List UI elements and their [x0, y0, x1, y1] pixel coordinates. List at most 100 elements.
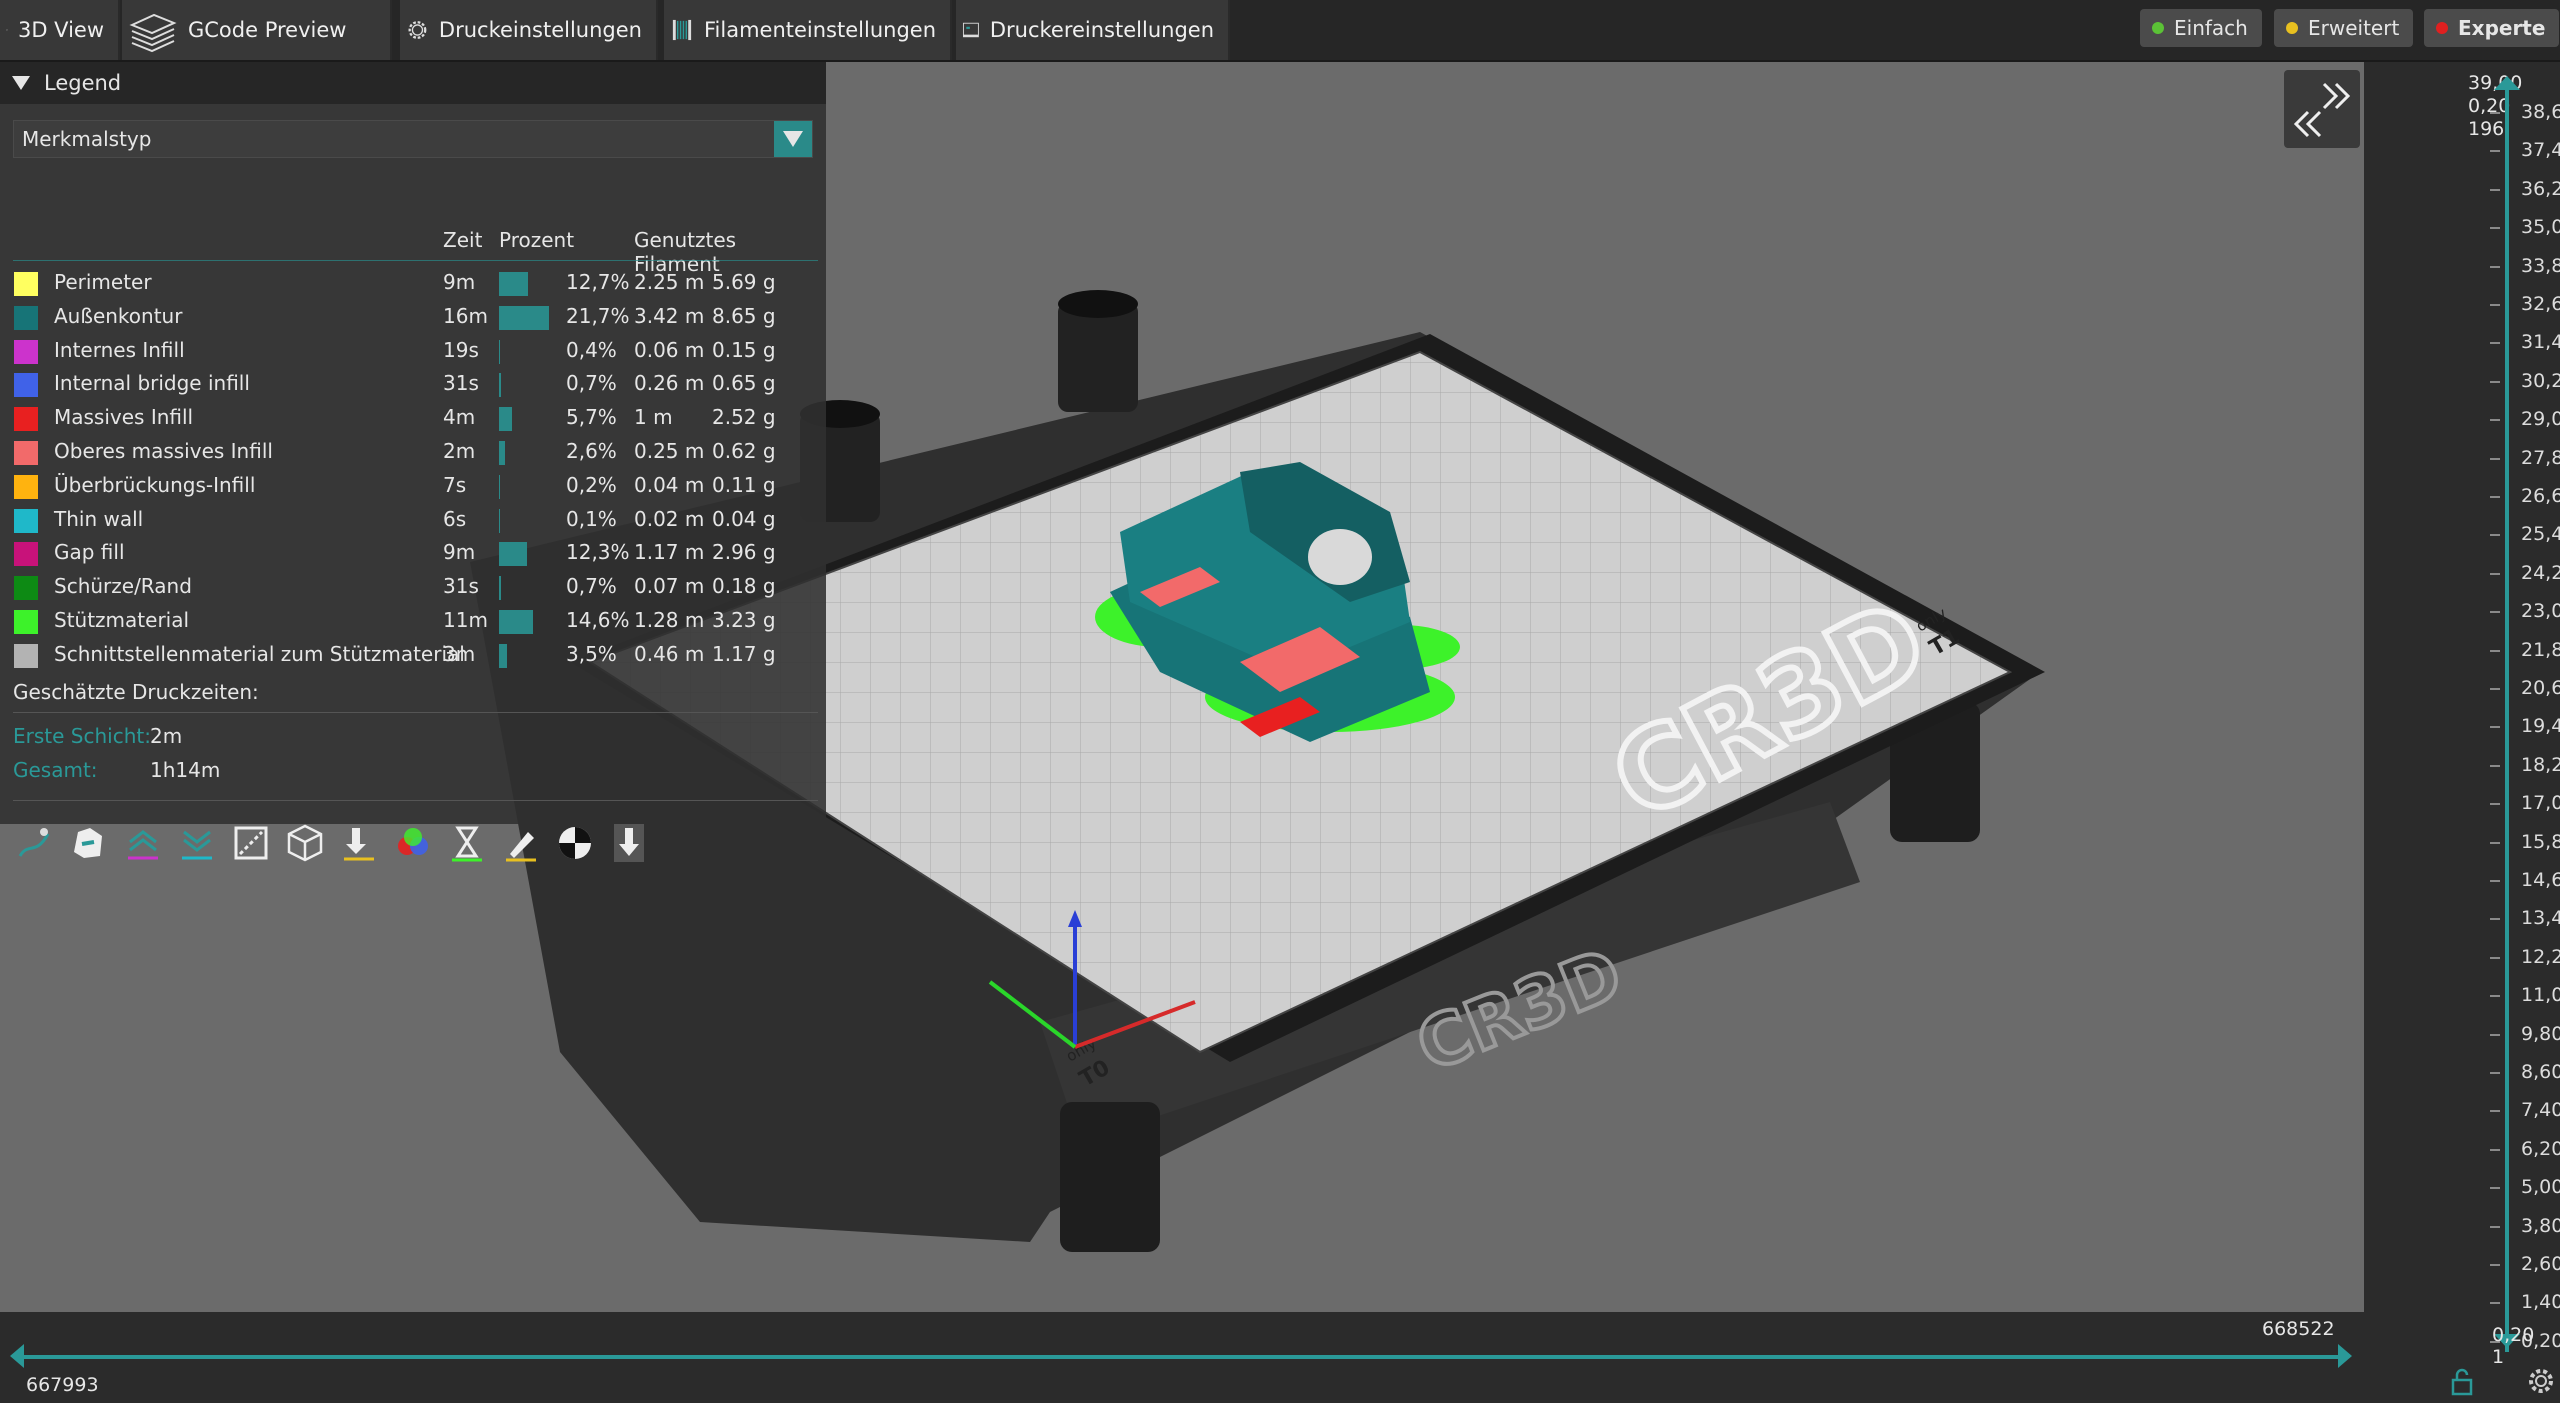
legend-row[interactable]: Stützmaterial 11m 14,6% 1.28 m 3.23 g	[0, 602, 826, 636]
layer-slider-track[interactable]	[2505, 82, 2509, 1352]
layer-tick-label: 12,20	[2521, 945, 2560, 968]
tool-changes-icon[interactable]	[284, 822, 326, 864]
retractions-icon[interactable]	[122, 822, 164, 864]
collapse-triangle-icon[interactable]	[12, 76, 30, 90]
top-toolbar: 3D View GCode Preview Druckeinstellungen…	[0, 0, 2560, 62]
color-swatch	[14, 610, 38, 634]
feature-name: Perimeter	[54, 270, 152, 294]
tab-label: Filamenteinstellungen	[703, 18, 936, 42]
legend-header[interactable]: Legend	[0, 62, 826, 104]
header-separator	[13, 260, 818, 261]
mode-erweitert-button[interactable]: Erweitert	[2274, 9, 2414, 47]
percent-bar	[499, 373, 501, 398]
feature-weight: 0.04 g	[712, 506, 776, 531]
layer-tick-label: 18,20	[2521, 753, 2560, 776]
mode-experte-button[interactable]: Experte	[2424, 9, 2560, 47]
feature-percent: 0,4%	[566, 337, 617, 362]
layer-tick-label: 32,60	[2521, 293, 2560, 315]
legend-row[interactable]: Oberes massives Infill 2m 2,6% 0.25 m 0.62 g	[0, 433, 826, 467]
feature-weight: 0.15 g	[712, 337, 776, 362]
feature-length: 0.26 m	[634, 371, 705, 396]
tab-gcode-preview[interactable]: GCode Preview	[122, 0, 392, 60]
icons-separator	[13, 800, 818, 801]
feature-time: 11m	[443, 608, 488, 632]
printer-post	[1058, 302, 1138, 412]
wipe-icon[interactable]	[68, 822, 110, 864]
top-thumb[interactable]	[2494, 76, 2520, 90]
move-slider-left-thumb[interactable]	[10, 1344, 24, 1368]
color-swatch	[14, 373, 38, 398]
filament-spool-icon	[672, 19, 692, 41]
mode-einfach-button[interactable]: Einfach	[2140, 9, 2262, 47]
move-slider-right-thumb[interactable]	[2338, 1344, 2352, 1368]
feature-percent: 3,5%	[566, 641, 617, 666]
layer-tick	[2490, 572, 2500, 575]
percent-bar	[499, 576, 501, 601]
tab-druckereinstellungen[interactable]: Druckereinstellungen	[956, 0, 1230, 60]
tab-druckeinstellungen[interactable]: Druckeinstellungen	[400, 0, 658, 60]
layer-tick	[2490, 150, 2500, 153]
center-of-gravity-icon[interactable]	[554, 822, 596, 864]
color-changes-icon[interactable]	[338, 822, 380, 864]
color-swatch	[14, 305, 38, 330]
layer-tick	[2490, 995, 2500, 998]
column-header-percent: Prozent	[499, 228, 575, 252]
lock-icon[interactable]	[2450, 1368, 2474, 1396]
shells-icon[interactable]	[500, 822, 542, 864]
feature-time: 9m	[443, 270, 476, 294]
layer-tick-label: 5,00	[2521, 1176, 2560, 1199]
layer-tick-label: 37,40	[2521, 139, 2560, 162]
legend-row[interactable]: Perimeter 9m 12,7% 2.25 m 5.69 g	[0, 264, 826, 298]
legend-row[interactable]: Schnittstellenmaterial zum Stützmaterial…	[0, 636, 826, 670]
feature-time: 31s	[443, 574, 479, 599]
feature-length: 0.25 m	[634, 439, 705, 463]
feature-name: Schürze/Rand	[54, 574, 192, 599]
model-hole	[1308, 529, 1372, 585]
tab-3d-view[interactable]: 3D View	[0, 0, 120, 60]
layer-tick-label: 15,80	[2521, 830, 2560, 853]
move-slider-track[interactable]	[18, 1355, 2344, 1359]
feature-name: Massives Infill	[54, 405, 194, 430]
dropdown-arrow-icon[interactable]	[774, 121, 812, 157]
travel-icon[interactable]	[14, 822, 56, 864]
feature-weight: 3.23 g	[712, 608, 776, 632]
layers-icon	[129, 13, 177, 53]
mode-dot-red	[2436, 22, 2448, 34]
layer-tick-label: 29,00	[2521, 408, 2560, 431]
tool-marker-icon[interactable]	[608, 822, 650, 864]
feature-name: Schnittstellenmaterial zum Stützmaterial	[54, 641, 465, 666]
legend-row[interactable]: Internal bridge infill 31s 0,7% 0.26 m 0.65 …	[0, 365, 826, 399]
legend-row[interactable]: Massives Infill 4m 5,7% 1 m 2.52 g	[0, 399, 826, 433]
feature-length: 1.17 m	[634, 540, 705, 565]
legend-row[interactable]: Außenkontur 16m 21,7% 3.42 m 8.65 g	[0, 298, 826, 332]
feature-length: 0.04 m	[634, 472, 705, 497]
custom-gcode-icon[interactable]	[446, 822, 488, 864]
feature-time: 16m	[443, 303, 488, 328]
slider-collapse-button[interactable]	[2284, 70, 2360, 148]
double-chevron-icon	[2293, 82, 2351, 138]
legend-row[interactable]: Gap fill 9m 12,3% 1.17 m 2.96 g	[0, 534, 826, 568]
layer-tick-label: 8,60	[2521, 1061, 2560, 1083]
deretractions-icon[interactable]	[176, 822, 218, 864]
layer-tick-label: 38,60	[2521, 101, 2560, 123]
feature-percent: 12,3%	[566, 540, 630, 565]
settings-cog-icon[interactable]	[2526, 1366, 2556, 1396]
percent-bar	[499, 610, 533, 634]
layer-tick-label: 33,80	[2521, 254, 2560, 277]
view-type-select[interactable]: Merkmalstyp	[13, 120, 813, 158]
layer-tick-label: 25,40	[2521, 523, 2560, 546]
color-swatch	[14, 339, 38, 364]
legend-row[interactable]: Internes Infill 19s 0,4% 0.06 m 0.15 g	[0, 332, 826, 366]
printer-post-top	[1058, 290, 1138, 318]
tab-filamenteinstellungen[interactable]: Filamenteinstellungen	[664, 0, 952, 60]
legend-row[interactable]: Schürze/Rand 31s 0,7% 0.07 m 0.18 g	[0, 568, 826, 602]
layer-tick	[2490, 1302, 2500, 1305]
layer-tick-label: 26,60	[2521, 485, 2560, 507]
move-slider-right-value: 668522	[2262, 1318, 2335, 1340]
seams-icon[interactable]	[230, 822, 272, 864]
legend-row[interactable]: Überbrückungs-Infill 7s 0,2% 0.04 m 0.11 g	[0, 467, 826, 501]
color-swatch	[14, 542, 38, 567]
legend-row[interactable]: Thin wall 6s 0,1% 0.02 m 0.04 g	[0, 501, 826, 535]
pause-icon[interactable]	[392, 822, 434, 864]
layer-tick	[2490, 1033, 2500, 1036]
